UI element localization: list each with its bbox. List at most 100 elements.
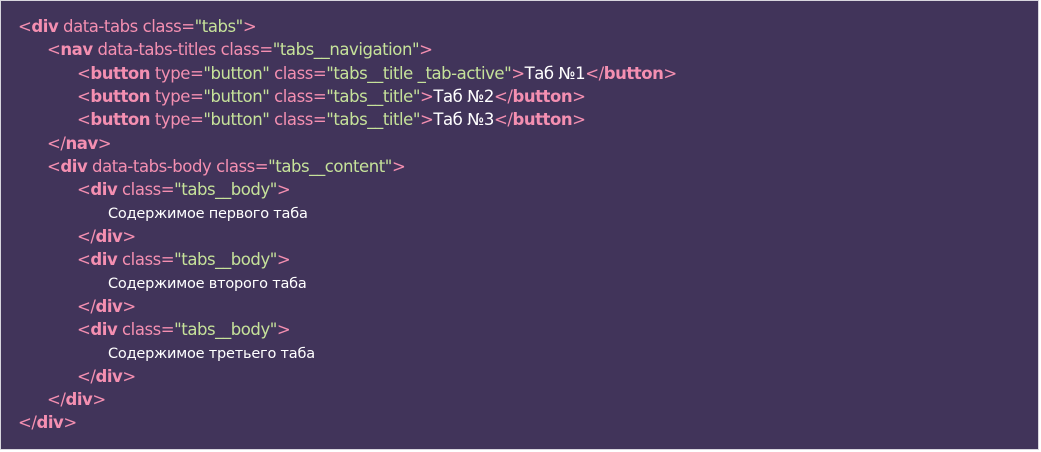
code-token-punct: > <box>122 226 136 246</box>
code-token-attr: type= <box>150 63 204 83</box>
code-token-text: Таб №2 <box>433 86 494 106</box>
code-token-str: "tabs__title" <box>326 86 420 106</box>
code-line: </div> <box>18 411 77 434</box>
code-token-tag: div <box>95 296 123 316</box>
code-token-text: Таб №3 <box>433 110 494 130</box>
code-token-tag: button <box>90 86 151 106</box>
code-token-punct: > <box>391 156 406 176</box>
code-token-punct: </ <box>77 226 96 246</box>
code-token-attr: class= <box>117 319 175 339</box>
code-line: <button type="button" class="tabs__title… <box>77 62 677 85</box>
code-token-tag: div <box>36 413 64 433</box>
code-token-punct: > <box>122 366 136 386</box>
code-token-punct: < <box>77 110 91 130</box>
code-token-punct: > <box>276 319 291 339</box>
code-token-attr: type= <box>150 110 204 130</box>
code-token-attr: class= <box>269 63 327 83</box>
code-token-text: Таб №1 <box>524 63 586 83</box>
code-token-punct: > <box>122 296 136 316</box>
code-token-punct: > <box>276 250 291 269</box>
code-token-tag: button <box>512 110 573 130</box>
code-token-text: Содержимое второго таба <box>108 276 307 293</box>
code-token-punct: < <box>77 86 91 106</box>
code-token-str: "tabs__content" <box>268 156 392 176</box>
code-token-punct: </ <box>47 133 66 153</box>
code-token-punct: < <box>77 63 91 83</box>
code-token-punct: > <box>276 180 291 200</box>
code-token-punct: </ <box>493 110 513 130</box>
code-token-attr: class= <box>269 110 327 130</box>
code-token-punct: < <box>47 156 61 176</box>
code-token-str: "tabs__body" <box>174 180 277 200</box>
code-token-attr: class= <box>117 180 175 200</box>
code-block: <div data-tabs class="tabs"> <nav data-ta… <box>0 0 1039 450</box>
code-token-str: "tabs" <box>194 17 244 36</box>
code-token-tag: div <box>31 17 59 36</box>
code-token-tag: nav <box>60 40 93 60</box>
code-line: </div> <box>77 225 136 248</box>
code-token-attr: data-tabs-body class= <box>87 156 269 176</box>
code-line: <div data-tabs class="tabs"> <box>18 15 257 38</box>
code-token-punct: < <box>77 319 91 339</box>
code-token-punct: < <box>47 40 61 60</box>
code-token-punct: > <box>511 63 525 83</box>
code-token-punct: > <box>663 63 677 83</box>
code-token-str: "tabs__body" <box>174 250 277 269</box>
code-token-punct: > <box>97 133 112 153</box>
code-token-str: "button" <box>203 110 270 130</box>
code-token-punct: > <box>420 110 434 130</box>
code-token-punct: </ <box>493 86 513 106</box>
code-token-punct: < <box>77 180 91 200</box>
code-line: Содержимое первого таба <box>108 201 308 224</box>
code-line: </div> <box>77 365 136 388</box>
code-token-tag: nav <box>65 133 98 153</box>
code-line: <nav data-tabs-titles class="tabs__navig… <box>47 38 433 61</box>
code-token-punct: < <box>77 250 91 269</box>
code-token-punct: > <box>572 86 586 106</box>
code-token-punct: < <box>18 17 32 36</box>
code-token-str: "button" <box>203 63 270 83</box>
code-token-punct: </ <box>77 366 96 386</box>
code-token-str: "tabs__navigation" <box>272 40 420 60</box>
code-line: <button type="button" class="tabs__title… <box>77 85 586 108</box>
code-line: </nav> <box>47 132 112 155</box>
code-line: <div class="tabs__body"> <box>77 318 291 341</box>
code-token-punct: > <box>63 413 77 433</box>
code-token-attr: data-tabs-titles class= <box>92 40 273 60</box>
code-token-tag: button <box>603 63 664 83</box>
code-token-punct: > <box>419 40 433 60</box>
code-token-attr: type= <box>150 86 204 106</box>
code-line: <button type="button" class="tabs__title… <box>77 108 586 131</box>
code-line: <div data-tabs-body class="tabs__content… <box>47 155 406 178</box>
code-token-attr: class= <box>269 86 327 106</box>
code-line: <div class="tabs__body"> <box>77 248 291 271</box>
code-token-tag: div <box>65 389 93 409</box>
code-token-tag: div <box>95 226 123 246</box>
code-token-tag: div <box>60 156 88 176</box>
code-token-attr: data-tabs class= <box>58 17 195 36</box>
code-token-punct: > <box>572 110 586 130</box>
code-token-text: Содержимое третьего таба <box>108 346 315 363</box>
code-token-tag: button <box>90 110 151 130</box>
code-token-punct: </ <box>47 389 66 409</box>
code-token-tag: button <box>90 63 151 83</box>
code-line: Содержимое второго таба <box>108 271 307 294</box>
code-token-tag: div <box>90 250 118 269</box>
code-token-attr: class= <box>117 250 175 269</box>
code-line: </div> <box>47 388 106 411</box>
code-token-punct: </ <box>77 296 96 316</box>
code-token-punct: </ <box>585 63 604 83</box>
code-token-tag: button <box>512 86 573 106</box>
code-token-text: Содержимое первого таба <box>108 206 308 223</box>
code-token-tag: div <box>90 319 118 339</box>
code-line: Содержимое третьего таба <box>108 341 315 364</box>
code-token-tag: div <box>95 366 123 386</box>
code-line: <div class="tabs__body"> <box>77 178 291 201</box>
code-token-tag: div <box>90 180 118 200</box>
code-token-punct: > <box>420 86 434 106</box>
code-line: </div> <box>77 295 136 318</box>
code-token-str: "tabs__body" <box>174 319 277 339</box>
code-token-punct: > <box>92 389 106 409</box>
code-token-punct: > <box>242 17 257 36</box>
code-token-str: "tabs__title" <box>326 110 420 130</box>
